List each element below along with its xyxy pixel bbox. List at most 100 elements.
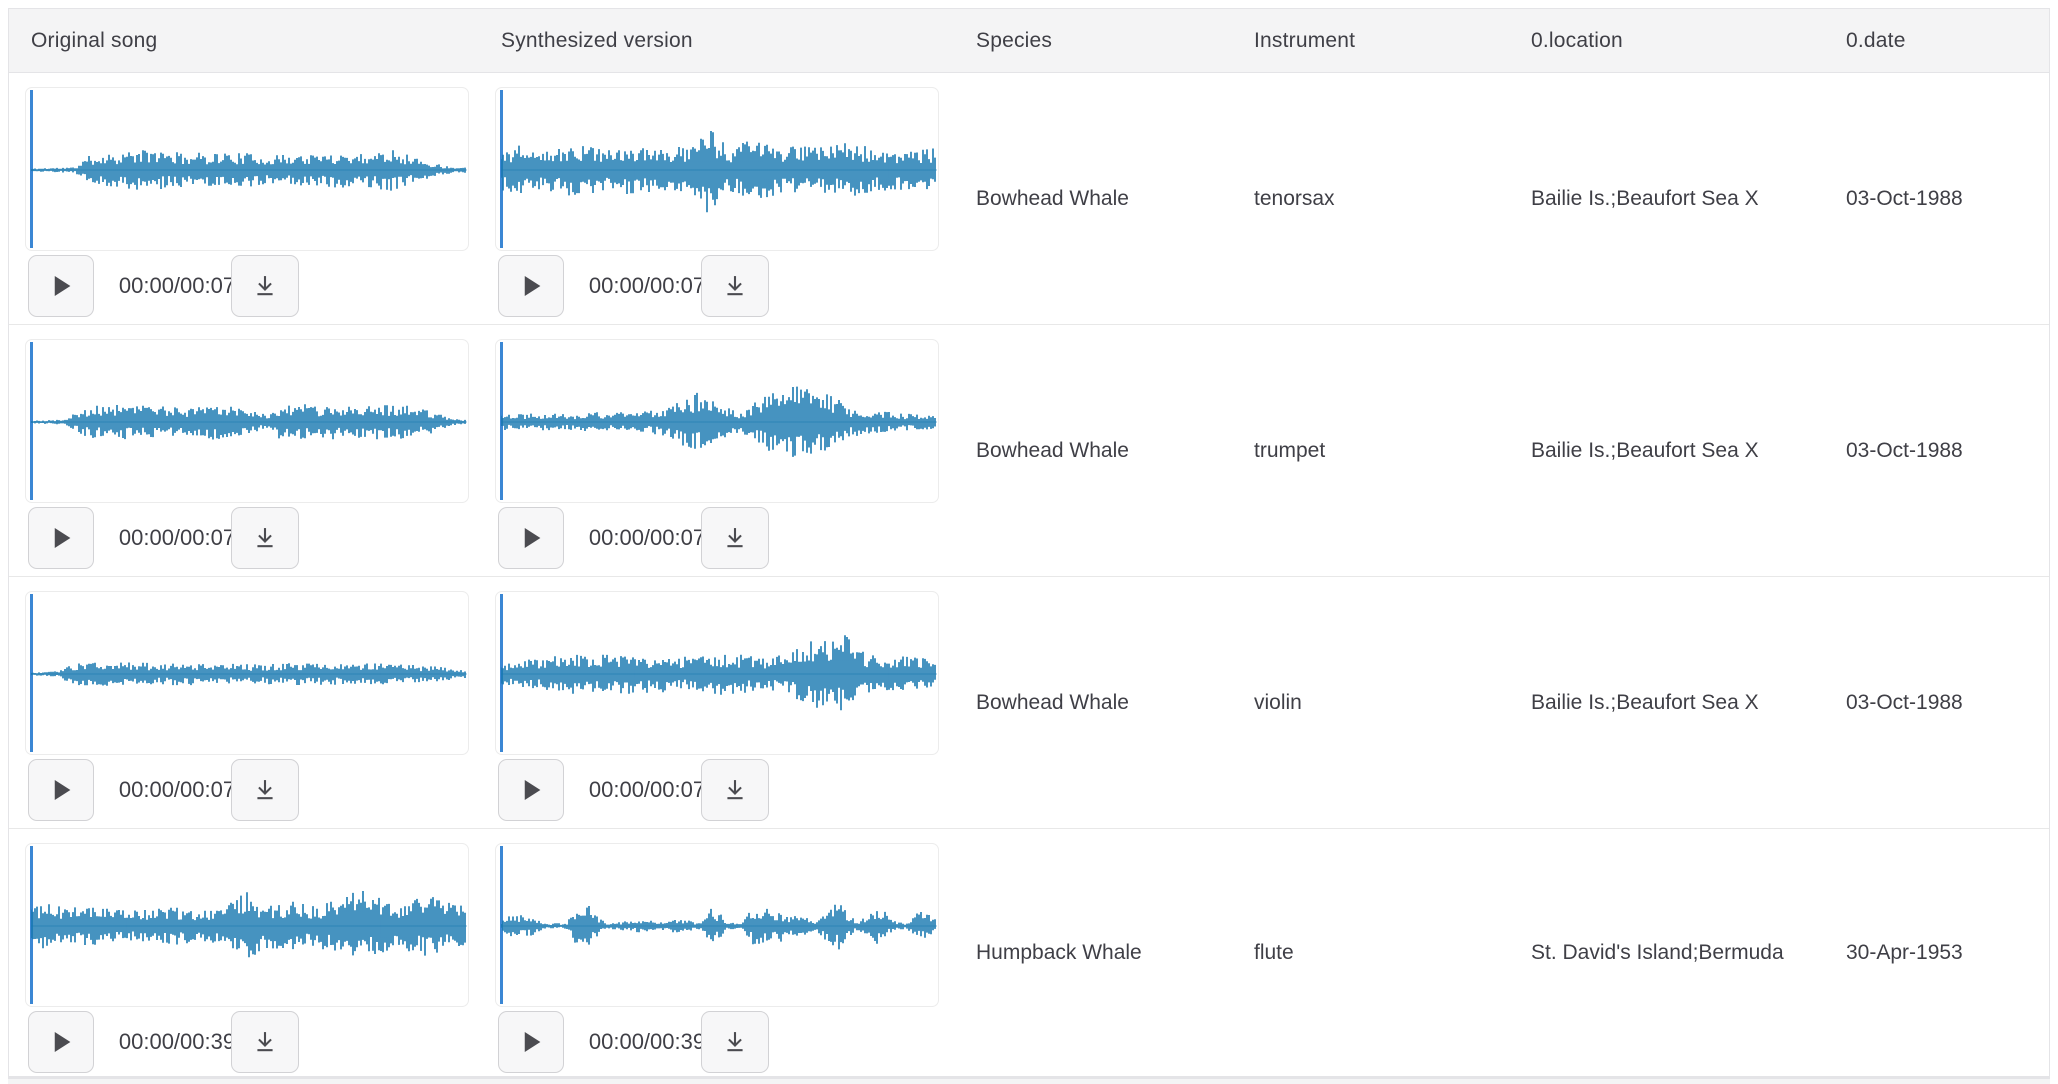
table-row: 00:00/00:07 00:00/00:07 bbox=[9, 73, 2049, 325]
date-cell: 03-Oct-1988 bbox=[1824, 577, 2049, 828]
species-cell: Humpback Whale bbox=[954, 829, 1232, 1076]
time-display: 00:00/00:07 bbox=[117, 255, 237, 317]
original-song-cell: 00:00/00:07 bbox=[9, 577, 479, 828]
column-header-species: Species bbox=[954, 9, 1232, 72]
play-icon bbox=[516, 523, 546, 553]
download-button[interactable] bbox=[701, 507, 769, 569]
synthesized-version-cell: 00:00/00:07 bbox=[479, 73, 954, 324]
date-cell: 03-Oct-1988 bbox=[1824, 73, 2049, 324]
waveform-image bbox=[501, 342, 937, 502]
time-display: 00:00/00:07 bbox=[117, 507, 237, 569]
column-header-synthesized-version: Synthesized version bbox=[479, 9, 954, 72]
waveform-image bbox=[31, 846, 467, 1006]
time-display: 00:00/00:07 bbox=[587, 255, 707, 317]
synthesized-waveform[interactable] bbox=[495, 591, 939, 755]
play-button[interactable] bbox=[498, 507, 564, 569]
waveform-image bbox=[501, 594, 937, 754]
table-row: 00:00/00:07 00:00/00:07 bbox=[9, 325, 2049, 577]
column-header-location: 0.location bbox=[1509, 9, 1824, 72]
audio-controls: 00:00/00:07 bbox=[25, 507, 469, 571]
time-display: 00:00/00:07 bbox=[587, 507, 707, 569]
original-song-cell: 00:00/00:39 bbox=[9, 829, 479, 1076]
table-row: 00:00/00:39 00:00/00:39 bbox=[9, 829, 2049, 1077]
download-button[interactable] bbox=[231, 255, 299, 317]
original-waveform[interactable] bbox=[25, 843, 469, 1007]
download-button[interactable] bbox=[231, 759, 299, 821]
download-icon bbox=[721, 776, 749, 804]
play-button[interactable] bbox=[28, 759, 94, 821]
location-cell: Bailie Is.;Beaufort Sea X bbox=[1509, 325, 1824, 576]
waveform-image bbox=[501, 846, 937, 1006]
audio-controls: 00:00/00:07 bbox=[25, 255, 469, 319]
instrument-cell: flute bbox=[1232, 829, 1509, 1076]
table-body: 00:00/00:07 00:00/00:07 bbox=[9, 73, 2049, 1077]
synthesized-waveform[interactable] bbox=[495, 339, 939, 503]
play-icon bbox=[516, 271, 546, 301]
table-row: 00:00/00:07 00:00/00:07 bbox=[9, 577, 2049, 829]
time-display: 00:00/00:07 bbox=[587, 759, 707, 821]
audio-controls: 00:00/00:39 bbox=[25, 1011, 469, 1075]
synthesized-waveform[interactable] bbox=[495, 87, 939, 251]
play-icon bbox=[46, 1027, 76, 1057]
audio-controls: 00:00/00:39 bbox=[495, 1011, 939, 1075]
play-icon bbox=[516, 775, 546, 805]
date-cell: 03-Oct-1988 bbox=[1824, 325, 2049, 576]
play-button[interactable] bbox=[498, 759, 564, 821]
play-button[interactable] bbox=[498, 255, 564, 317]
play-button[interactable] bbox=[28, 255, 94, 317]
download-button[interactable] bbox=[701, 759, 769, 821]
download-icon bbox=[721, 1028, 749, 1056]
download-icon bbox=[721, 272, 749, 300]
waveform-image bbox=[31, 594, 467, 754]
species-cell: Bowhead Whale bbox=[954, 577, 1232, 828]
original-waveform[interactable] bbox=[25, 339, 469, 503]
play-icon bbox=[46, 271, 76, 301]
table-header-row: Original song Synthesized version Specie… bbox=[9, 9, 2049, 73]
download-button[interactable] bbox=[231, 1011, 299, 1073]
synthesized-version-cell: 00:00/00:07 bbox=[479, 325, 954, 576]
download-button[interactable] bbox=[231, 507, 299, 569]
synthesized-waveform[interactable] bbox=[495, 843, 939, 1007]
audio-controls: 00:00/00:07 bbox=[495, 759, 939, 823]
download-button[interactable] bbox=[701, 255, 769, 317]
original-waveform[interactable] bbox=[25, 87, 469, 251]
play-button[interactable] bbox=[28, 507, 94, 569]
audio-dataset-page: Original song Synthesized version Specie… bbox=[0, 0, 2058, 1084]
location-cell: Bailie Is.;Beaufort Sea X bbox=[1509, 73, 1824, 324]
synthesized-version-cell: 00:00/00:07 bbox=[479, 577, 954, 828]
original-song-cell: 00:00/00:07 bbox=[9, 73, 479, 324]
samples-table: Original song Synthesized version Specie… bbox=[8, 8, 2050, 1078]
download-icon bbox=[251, 272, 279, 300]
original-waveform[interactable] bbox=[25, 591, 469, 755]
column-header-original-song: Original song bbox=[9, 9, 479, 72]
species-cell: Bowhead Whale bbox=[954, 325, 1232, 576]
next-section-strip bbox=[8, 1078, 2050, 1084]
waveform-image bbox=[501, 90, 937, 250]
play-button[interactable] bbox=[498, 1011, 564, 1073]
play-button[interactable] bbox=[28, 1011, 94, 1073]
time-display: 00:00/00:07 bbox=[117, 759, 237, 821]
waveform-image bbox=[31, 342, 467, 502]
instrument-cell: trumpet bbox=[1232, 325, 1509, 576]
play-icon bbox=[46, 775, 76, 805]
download-icon bbox=[251, 1028, 279, 1056]
download-icon bbox=[251, 776, 279, 804]
column-header-date: 0.date bbox=[1824, 9, 2049, 72]
play-icon bbox=[516, 1027, 546, 1057]
date-cell: 30-Apr-1953 bbox=[1824, 829, 2049, 1076]
location-cell: Bailie Is.;Beaufort Sea X bbox=[1509, 577, 1824, 828]
download-icon bbox=[721, 524, 749, 552]
audio-controls: 00:00/00:07 bbox=[495, 255, 939, 319]
species-cell: Bowhead Whale bbox=[954, 73, 1232, 324]
audio-controls: 00:00/00:07 bbox=[495, 507, 939, 571]
waveform-image bbox=[31, 90, 467, 250]
play-icon bbox=[46, 523, 76, 553]
synthesized-version-cell: 00:00/00:39 bbox=[479, 829, 954, 1076]
time-display: 00:00/00:39 bbox=[117, 1011, 237, 1073]
column-header-instrument: Instrument bbox=[1232, 9, 1509, 72]
original-song-cell: 00:00/00:07 bbox=[9, 325, 479, 576]
instrument-cell: violin bbox=[1232, 577, 1509, 828]
audio-controls: 00:00/00:07 bbox=[25, 759, 469, 823]
download-button[interactable] bbox=[701, 1011, 769, 1073]
instrument-cell: tenorsax bbox=[1232, 73, 1509, 324]
